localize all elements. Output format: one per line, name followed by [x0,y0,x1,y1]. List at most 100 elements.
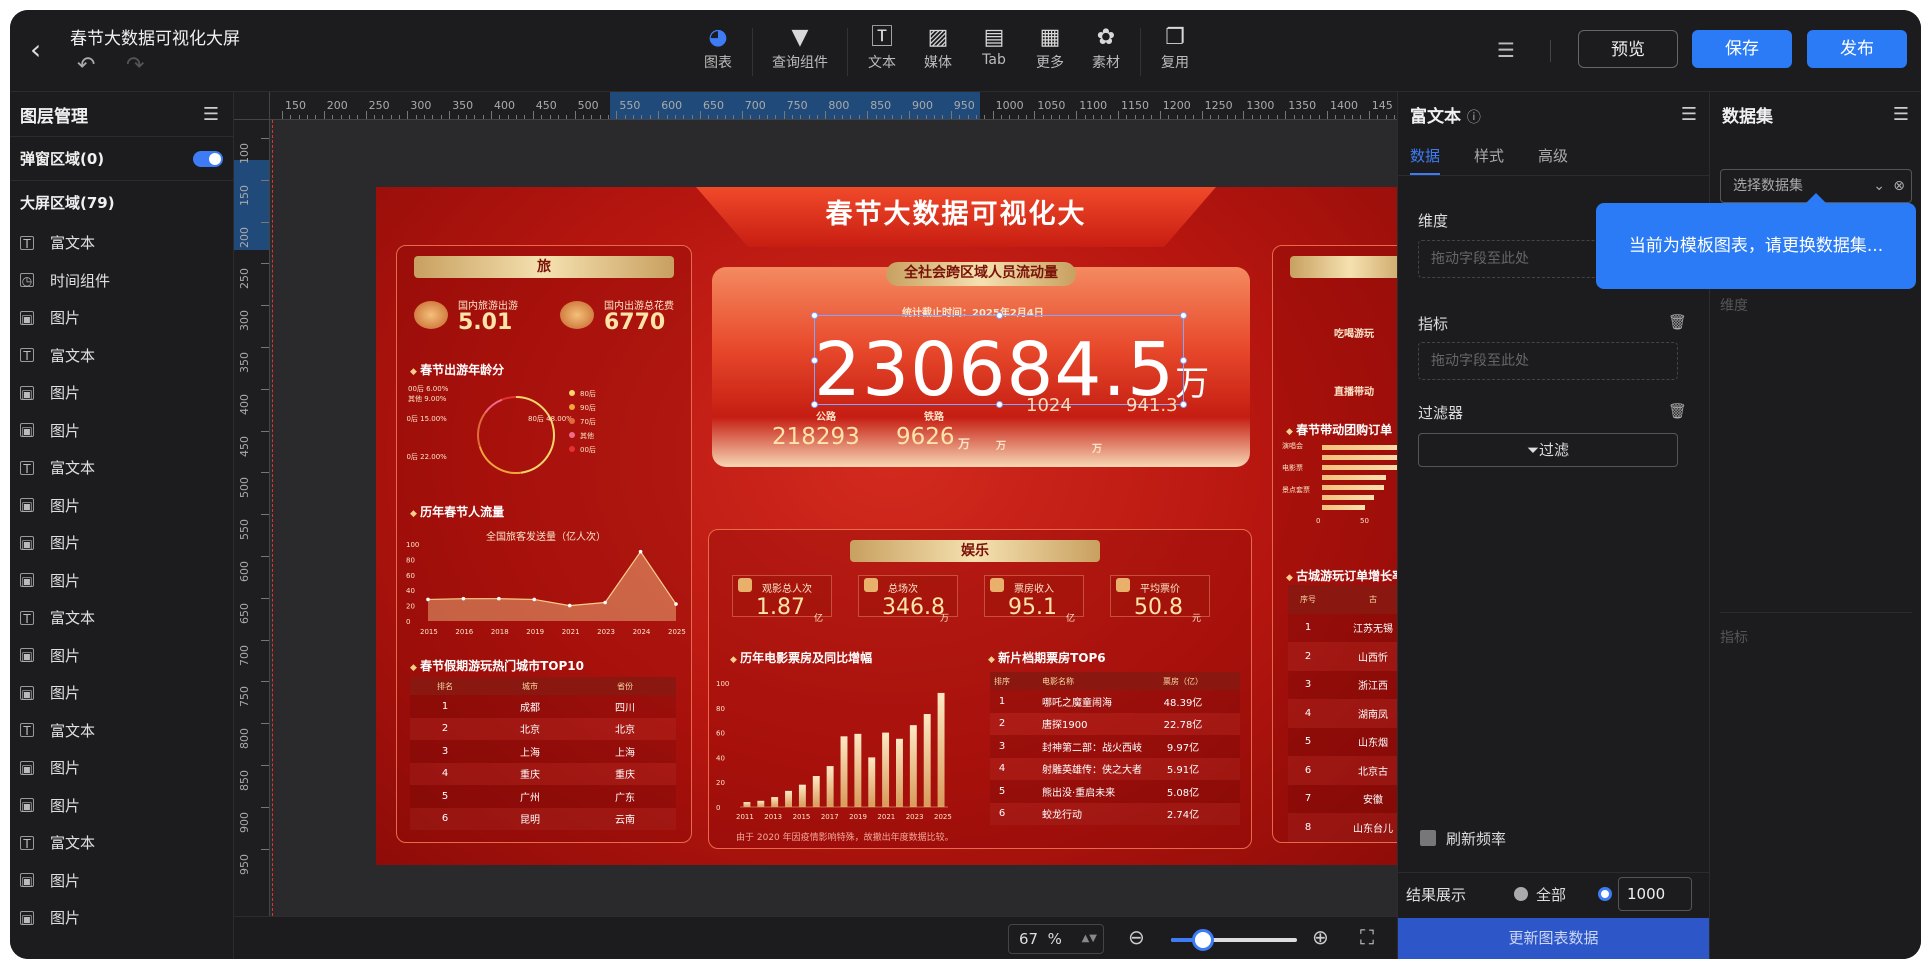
tab-advanced[interactable]: 高级 [1538,136,1568,175]
layer-item[interactable]: ▣ 图片 [10,787,233,825]
menu-icon[interactable]: ☰ [1681,104,1697,125]
info-icon[interactable]: ⓘ [1467,110,1481,126]
trash-icon[interactable]: 🗑 [1668,313,1687,331]
layer-item[interactable]: ▣ 图片 [10,637,233,675]
metric-dropzone[interactable]: 拖动字段至此处 [1418,342,1678,380]
layer-item[interactable]: ▣ 图片 [10,524,233,562]
clear-icon[interactable]: ⊗ [1893,170,1905,202]
resize-handle[interactable] [811,401,818,408]
right-bar[interactable] [1322,505,1366,510]
flow-point[interactable] [532,597,537,602]
flow-point[interactable] [638,549,643,554]
pie-slice[interactable] [477,412,487,448]
tool-tab[interactable]: ▤ Tab [967,24,1021,68]
table-row[interactable]: 4 重庆 重庆 [410,762,676,785]
pie-slice[interactable] [484,398,503,414]
resize-handle[interactable] [1180,357,1187,364]
right-bar[interactable] [1322,485,1385,490]
tool-text[interactable]: 🅃 文本 [855,24,909,72]
tab-style[interactable]: 样式 [1474,136,1504,175]
menu-icon[interactable]: ☰ [203,104,219,125]
popup-section[interactable]: 弹窗区域(0) [10,136,233,180]
resize-handle[interactable] [811,312,818,319]
table-row[interactable]: 5 山东烟 [1288,727,1407,756]
radio-all[interactable] [1514,887,1528,901]
layer-item[interactable]: T 富文本 [10,224,233,262]
table-row[interactable]: 2 唐探1900 22.78亿 [990,712,1240,735]
fit-screen-icon[interactable]: ⛶ [1360,925,1374,949]
pie-slice[interactable] [478,446,521,474]
age-pie-chart[interactable]: 00后 6.00%其他 9.00% 70后 15.00% 80后 48.00% 90后… [406,383,686,493]
bar[interactable] [840,736,848,807]
resize-handle[interactable] [996,401,1003,408]
menu-icon[interactable]: ☰ [1893,104,1909,125]
layer-item[interactable]: ▣ 图片 [10,674,233,712]
table-row[interactable]: 7 安徽 [1288,784,1407,813]
bar[interactable] [812,776,820,807]
layer-item[interactable]: ▣ 图片 [10,899,233,937]
zoom-slider[interactable] [1171,929,1297,951]
flow-point[interactable] [567,603,572,608]
bar[interactable] [798,784,806,807]
right-bar[interactable] [1322,445,1407,450]
right-bar[interactable] [1322,455,1407,460]
table-row[interactable]: 2 北京 北京 [410,717,676,740]
movie-table[interactable]: 排序 电影名称 票房（亿） 1 哪吒之魔童闹海 48.39亿 2 唐探1900 22.78亿 3 封… [990,672,1240,825]
right-bar[interactable] [1322,465,1405,470]
selection-box[interactable] [811,312,1187,408]
tab-data[interactable]: 数据 [1410,136,1441,175]
bar[interactable] [896,738,903,807]
right-bar[interactable] [1322,495,1375,500]
table-row[interactable]: 3 上海 上海 [410,740,676,763]
tool-reuse[interactable]: ❐ 复用 [1148,24,1202,72]
flow-point[interactable] [461,596,466,601]
vertical-ruler[interactable]: 100 150 200 250 300 350 400 450 500 550 600 650 700 7… [234,120,270,916]
trash-icon[interactable]: 🗑 [1668,402,1687,420]
tool-material[interactable]: ✿ 素材 [1079,24,1133,72]
pie-slice[interactable] [515,396,555,474]
flow-area-chart[interactable]: 100 80 60 40 20 0 2015 2016 2018 2019 2021 2023 2024… [406,539,688,647]
table-row[interactable]: 4 湖南凤 [1288,699,1407,728]
bar[interactable] [785,790,792,807]
back-icon[interactable]: ‹ [30,36,58,64]
flow-point[interactable] [497,596,501,601]
horizontal-ruler[interactable]: 150 200 250 300 350 400 450 500 550 600 650 700 750 8… [270,92,1407,120]
flow-point[interactable] [674,602,678,606]
resize-handle[interactable] [996,312,1003,319]
tool-more[interactable]: ▦ 更多 [1023,24,1077,72]
layer-item[interactable]: ▣ 图片 [10,749,233,787]
right-table[interactable]: 序号 古 1 江苏无锡 2 山西忻 3 浙江西 4 湖南凤 5 山东烟 6 北京古 7 安徽 8 山东台儿 [1288,585,1407,842]
layer-item[interactable]: ▣ 图片 [10,862,233,900]
bar[interactable] [757,800,765,807]
table-row[interactable]: 4 射雕英雄传：侠之大者 5.91亿 [990,757,1240,780]
bar[interactable] [868,757,876,807]
table-row[interactable]: 2 山西忻 [1288,642,1407,671]
zoom-out-icon[interactable]: ⊖ [1128,925,1145,949]
bar[interactable] [743,802,751,807]
city-table[interactable]: 排名 城市 省份 1 成都 四川 2 北京 北京 3 上海 上海 4 重庆 重庆 5 广州 广东 6 昆明 云南 [410,677,676,830]
zoom-input[interactable]: 67 % ▲▼ [1008,924,1104,954]
popup-toggle[interactable] [193,150,223,167]
dashboard-preview[interactable]: 春节大数据可视化大 旅 国内旅游出游 5.01 国内出游总花费 6770 春节出… [376,187,1407,865]
table-row[interactable]: 6 北京古 [1288,756,1407,785]
bar[interactable] [826,766,834,807]
tool-query[interactable]: ▼ 查询组件 [760,24,840,72]
layer-item[interactable]: ▣ 图片 [10,487,233,525]
radio-limit[interactable] [1598,887,1612,901]
undo-icon[interactable]: ↶ [77,53,95,78]
layer-item[interactable]: ▣ 图片 [10,562,233,600]
resize-handle[interactable] [811,357,818,364]
table-row[interactable]: 8 山东台儿 [1288,813,1407,842]
table-row[interactable]: 1 江苏无锡 [1288,613,1407,642]
stepper-icon[interactable]: ▲▼ [1082,925,1097,953]
redo-icon[interactable]: ↷ [126,53,144,78]
resize-handle[interactable] [1180,401,1187,408]
pie-slice[interactable] [501,396,517,401]
table-row[interactable]: 3 封神第二部：战火西岐 9.97亿 [990,735,1240,758]
right-bar[interactable] [1322,475,1386,480]
bar[interactable] [854,733,862,807]
layer-item[interactable]: ◷ 时间组件 [10,262,233,300]
layer-item[interactable]: T 富文本 [10,824,233,862]
table-row[interactable]: 1 哪吒之魔童闹海 48.39亿 [990,690,1240,713]
table-row[interactable]: 6 蛟龙行动 2.74亿 [990,802,1240,825]
